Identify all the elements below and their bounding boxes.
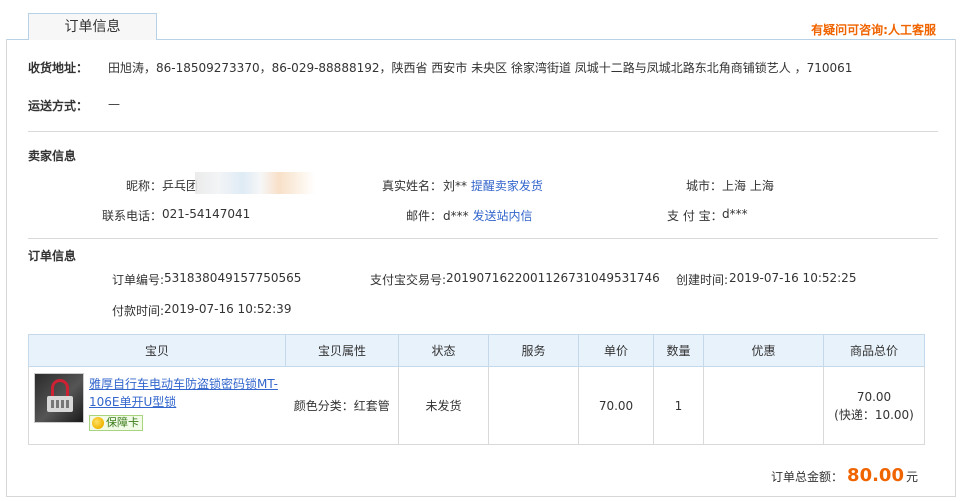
nickname-blur [195,172,315,194]
order-items-table: 宝贝 宝贝属性 状态 服务 单价 数量 优惠 商品总价 雅厚自行车电动车防盗锁密… [28,334,925,445]
paid-time-value: 2019-07-16 10:52:39 [164,302,292,316]
column-header: 单价 [578,334,654,367]
city-label: 城市： [686,179,723,193]
consult-box: 有疑问可咨询:人工客服 [811,21,936,38]
alipay-trade-label: 支付宝交易号: [370,273,447,287]
remind-ship-link[interactable]: 提醒卖家发货 [471,179,543,193]
realname-value: 刘** 提醒卖家发货 [443,177,543,194]
send-message-link[interactable]: 发送站内信 [472,209,532,223]
email-value: d*** 发送站内信 [443,207,532,224]
shipping-fee: (快递：10.00) [834,407,914,422]
city-value: 上海 上海 [722,179,774,193]
shipping-method-label: 运送方式： [28,99,89,113]
paid-time-label: 付款时间: [112,304,165,318]
divider [28,131,938,132]
nickname-value: 乒乓团 [162,179,199,193]
alipay-trade-value: 2019071622001126731049531746 [446,271,660,285]
created-time-label: 创建时间: [676,273,729,287]
tab-order-info[interactable]: 订单信息 [28,13,157,40]
created-time-value: 2019-07-16 10:52:25 [729,271,857,285]
column-header: 商品总价 [823,334,925,367]
address-value: 田旭涛，86-18509273370，86-029-88888192，陕西省 西… [108,61,853,75]
discount-cell [703,366,824,445]
table-header-row: 宝贝 宝贝属性 状态 服务 单价 数量 优惠 商品总价 [28,334,925,367]
alipay-label: 支 付 宝： [667,209,723,223]
order-total-label: 订单总金额： [771,470,844,484]
product-title-link[interactable]: 雅厚自行车电动车防盗锁密码锁MT-106E单开U型锁 [89,375,284,411]
guarantee-icon [92,417,104,429]
nickname-label: 昵称： [126,179,163,193]
item-cell: 雅厚自行车电动车防盗锁密码锁MT-106E单开U型锁 保障卡 [28,366,286,445]
phone-value: 021-54147041 [162,207,251,221]
alipay-value: d*** [722,207,748,221]
guarantee-badge[interactable]: 保障卡 [89,415,143,431]
shipping-method-value: — [108,97,120,111]
consult-prefix: 有疑问可咨询: [811,23,888,37]
order-total: 订单总金额： 80.00 元 [771,465,918,486]
item-total: 70.00 [856,389,892,404]
customer-service-link[interactable]: 人工客服 [888,23,936,37]
order-total-unit: 元 [905,470,918,484]
realname-label: 真实姓名： [382,179,443,193]
attribute-cell: 颜色分类：红套管 [285,366,399,445]
guarantee-label: 保障卡 [106,416,139,429]
address-label: 收货地址： [28,61,89,75]
seller-section-title: 卖家信息 [28,149,77,163]
product-thumbnail[interactable] [34,373,84,423]
email-label: 邮件： [406,209,443,223]
phone-label: 联系电话： [102,209,163,223]
column-header: 状态 [398,334,489,367]
column-header: 优惠 [703,334,824,367]
order-total-amount: 80.00 [847,465,904,486]
service-cell [488,366,579,445]
total-price-cell: 70.00 (快递：10.00) [823,366,925,445]
order-no-label: 订单编号: [112,273,165,287]
unit-price-cell: 70.00 [578,366,654,445]
order-no-value: 531838049157750565 [164,271,302,285]
table-row: 雅厚自行车电动车防盗锁密码锁MT-106E单开U型锁 保障卡 颜色分类：红套管 … [28,366,925,445]
order-section-title: 订单信息 [28,249,77,263]
realname-text: 刘** [443,179,471,193]
lock-icon [51,379,69,397]
divider [28,238,938,239]
column-header: 宝贝 [28,334,286,367]
status-cell: 未发货 [398,366,489,445]
quantity-cell: 1 [653,366,704,445]
column-header: 数量 [653,334,704,367]
email-text: d*** [443,209,473,223]
column-header: 服务 [488,334,579,367]
column-header: 宝贝属性 [285,334,399,367]
lock-body [47,396,73,412]
